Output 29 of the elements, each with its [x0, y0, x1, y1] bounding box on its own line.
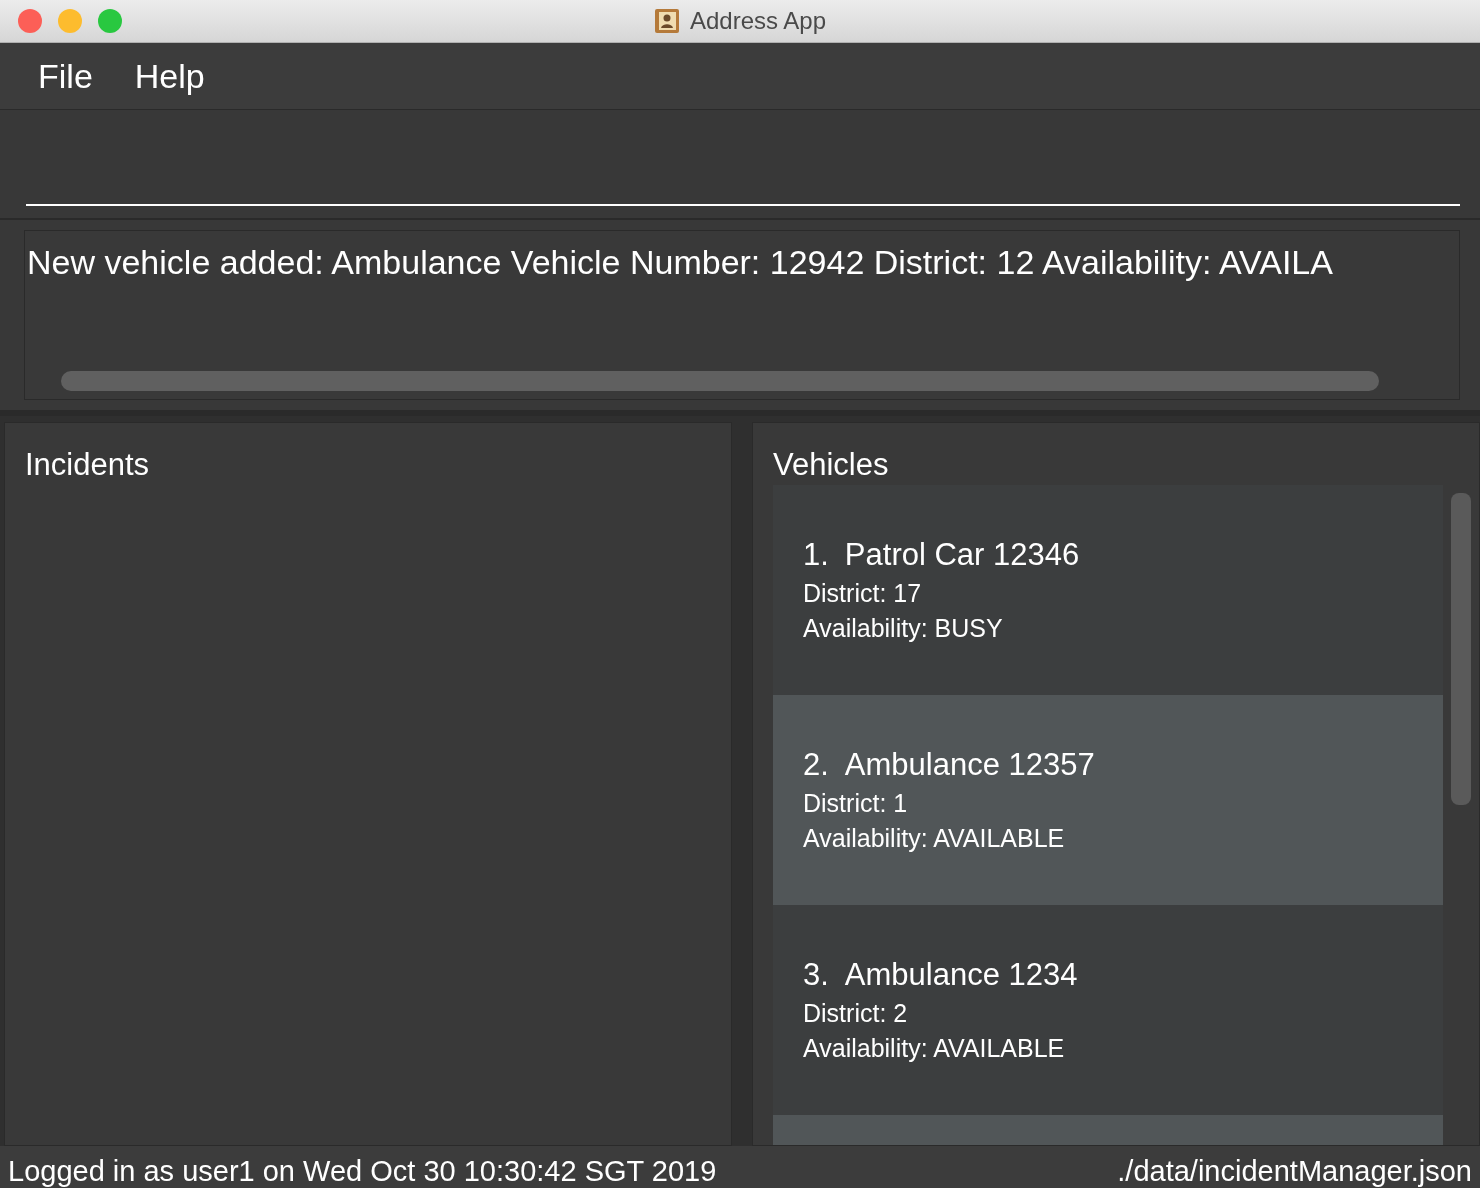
vehicle-availability: Availability: AVAILABLE	[803, 824, 1066, 853]
vehicle-district: District: 2	[803, 999, 909, 1028]
file-path: ./data/incidentManager.json	[1117, 1155, 1472, 1188]
vehicle-name: Ambulance 12357	[844, 747, 1095, 783]
menu-item[interactable]: File	[22, 50, 109, 102]
menu-item[interactable]: Help	[118, 50, 221, 102]
vertical-scrollbar[interactable]	[1451, 493, 1471, 805]
contact-book-icon	[653, 8, 680, 34]
vehicle-district: District: 17	[803, 579, 923, 608]
vehicle-card[interactable]: 3. Ambulance 1234 District: 2 Availability: AVAILABLE	[773, 905, 1443, 1115]
vehicle-name: Patrol Car 12346	[844, 537, 1080, 573]
vehicle-name: Ambulance 1234	[844, 957, 1078, 993]
panel-title: Vehicles	[773, 447, 890, 484]
vehicle-availability: Availability: AVAILABLE	[803, 1034, 1066, 1063]
vehicle-index: 1.	[803, 537, 829, 573]
close-icon[interactable]	[18, 9, 42, 33]
vehicle-district: District: 1	[803, 789, 909, 818]
zoom-icon[interactable]	[98, 9, 122, 33]
horizontal-scrollbar[interactable]	[61, 371, 1379, 391]
window-title: Address App	[689, 7, 827, 35]
status-text: Logged in as user1 on Wed Oct 30 10:30:42 SGT 2019	[8, 1155, 717, 1188]
vehicle-card[interactable]: 1. Patrol Car 12346 District: 17 Availability: BUSY	[773, 485, 1443, 695]
vehicle-index: 2.	[803, 747, 829, 783]
vehicle-card[interactable]: 2. Ambulance 12357 District: 1 Availability: AVAILABLE	[773, 695, 1443, 905]
vehicle-index: 3.	[803, 957, 829, 993]
panel-title: Incidents	[25, 447, 151, 484]
minimize-icon[interactable]	[58, 9, 82, 33]
result-text: New vehicle added: Ambulance Vehicle Number: 12942 District: 12 Availability: AVAILA	[27, 243, 1334, 282]
vehicle-availability: Availability: BUSY	[803, 614, 1004, 643]
